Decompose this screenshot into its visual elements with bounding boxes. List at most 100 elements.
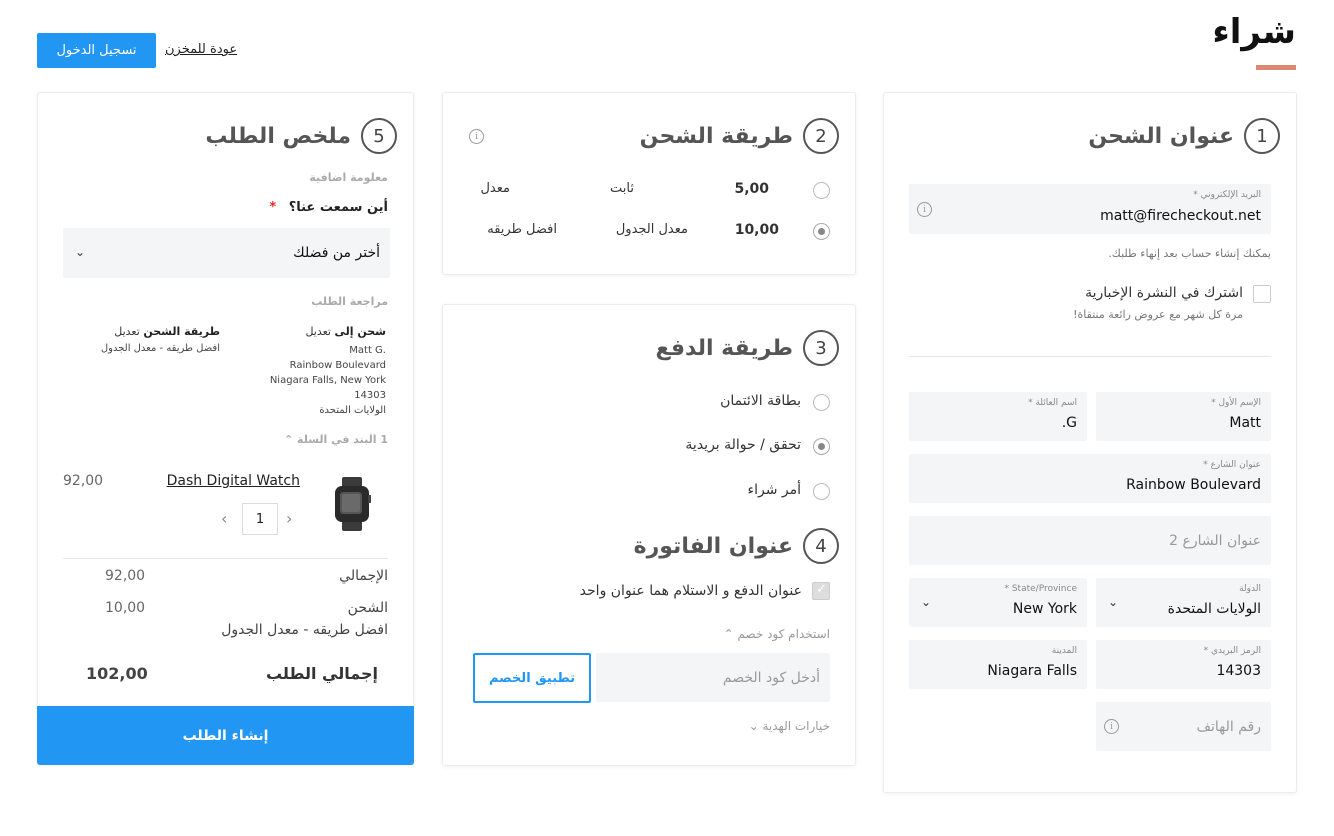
- ship-to-title: شحن إلى: [334, 325, 386, 338]
- step-number: 2: [803, 118, 839, 154]
- shipping-radio[interactable]: [813, 182, 830, 199]
- street-field[interactable]: عنوان الشارع * Rainbow Boulevard: [909, 454, 1271, 503]
- required-mark: *: [269, 200, 277, 215]
- address-line: Rainbow Boulevard: [289, 360, 386, 371]
- page-title: شراء: [1212, 12, 1296, 52]
- grand-total-label: إجمالي الطلب: [265, 664, 378, 683]
- apply-discount-button[interactable]: تطبيق الخصم: [473, 653, 591, 703]
- ship-method-value: افضل طريقه - معدل الجدول: [100, 343, 220, 354]
- discount-toggle-label: استخدام كود خصم: [737, 627, 830, 641]
- chevron-down-icon: ⌄: [75, 245, 86, 259]
- chevron-down-icon: ⌄: [1108, 595, 1119, 609]
- step-title: عنوان الشحن: [1088, 123, 1234, 149]
- divider: [63, 558, 388, 559]
- chevron-down-icon: ⌄: [921, 595, 932, 609]
- subtotal-value: 92,00: [105, 568, 146, 584]
- payment-label: بطاقة الائتمان: [720, 393, 801, 409]
- qty-increase-icon[interactable]: ›: [286, 509, 292, 528]
- zip-field[interactable]: الرمز البريدي * 14303: [1096, 640, 1271, 689]
- street2-field[interactable]: عنوان الشارع 2: [909, 516, 1271, 565]
- state-value: New York: [1012, 601, 1077, 617]
- newsletter-checkbox[interactable]: [1253, 285, 1271, 303]
- info-icon[interactable]: i: [1104, 719, 1119, 734]
- ship-method-edit-link[interactable]: تعديل: [114, 325, 140, 338]
- shipping-price: 10,00: [734, 222, 779, 238]
- login-button[interactable]: تسجيل الدخول: [37, 33, 156, 68]
- address-line: الولايات المتحدة: [319, 405, 386, 416]
- order-summary-card: 5 ملخص الطلب معلومة اضافية أين سمعت عنا؟…: [37, 92, 414, 765]
- payment-label: أمر شراء: [747, 482, 802, 498]
- payment-label: تحقق / حوالة بريدية: [685, 437, 801, 453]
- step-title: عنوان الفاتورة: [633, 533, 793, 559]
- divider: [909, 356, 1271, 357]
- shipping-method-header: 2 طريقة الشحن: [640, 118, 839, 154]
- chevron-up-icon: ⌃: [283, 433, 294, 446]
- order-summary-header: 5 ملخص الطلب: [205, 118, 397, 154]
- address-line: Niagara Falls, New York: [269, 375, 386, 386]
- step-number: 4: [803, 528, 839, 564]
- qty-decrease-icon[interactable]: ‹: [221, 509, 227, 528]
- shipping-carrier: معدل: [480, 181, 510, 196]
- product-name-link[interactable]: Dash Digital Watch: [167, 473, 300, 489]
- ship-to-edit-link[interactable]: تعديل: [305, 325, 331, 338]
- last-name-field[interactable]: اسم العائلة * G.: [909, 392, 1087, 441]
- back-to-store-link[interactable]: عودة للمخزن: [165, 42, 237, 57]
- billing-address-header: 4 عنوان الفاتورة: [634, 528, 839, 564]
- subtotal-label: الإجمالي: [339, 568, 388, 584]
- discount-placeholder: أدخل كود الخصم: [722, 669, 820, 686]
- step-title: طريقة الدفع: [655, 335, 793, 361]
- city-field[interactable]: المدينة Niagara Falls: [909, 640, 1087, 689]
- country-select[interactable]: الدولة الولايات المتحدة ⌄: [1096, 578, 1271, 627]
- same-address-checkbox[interactable]: [812, 582, 830, 600]
- phone-field[interactable]: رقم الهاتف i: [1096, 702, 1271, 751]
- grand-total-value: 102,00: [86, 664, 148, 683]
- info-icon[interactable]: i: [917, 202, 932, 217]
- shipping-carrier: افضل طريقه: [487, 222, 557, 237]
- shipping-total-method: افضل طريقه - معدل الجدول: [221, 622, 388, 638]
- cart-toggle[interactable]: 1 البند في السلة ⌃: [284, 433, 388, 446]
- payment-radio[interactable]: [813, 394, 830, 411]
- heard-label-text: أين سمعت عنا؟: [288, 200, 388, 215]
- ship-to-heading: شحن إلى تعديل: [305, 325, 386, 338]
- step-number: 5: [361, 118, 397, 154]
- title-underline: [1256, 65, 1296, 70]
- payment-billing-card: 3 طريقة الدفع بطاقة الائتمان تحقق / حوال…: [442, 304, 856, 766]
- shipping-address-header: 1 عنوان الشحن: [1088, 118, 1280, 154]
- shipping-total-value: 10,00: [105, 600, 146, 616]
- first-name-field[interactable]: الإسم الأول * Matt: [1096, 392, 1271, 441]
- phone-placeholder: رقم الهاتف: [1196, 718, 1261, 735]
- heard-placeholder: أختر من فضلك: [293, 245, 380, 261]
- shipping-method-card: 2 طريقة الشحن i 5,00 ثابت معدل 10,00 معد…: [442, 92, 856, 275]
- product-price: 92,00: [63, 473, 104, 489]
- discount-toggle[interactable]: استخدام كود خصم ⌃: [724, 627, 830, 641]
- payment-radio[interactable]: [813, 438, 830, 455]
- shipping-price: 5,00: [734, 181, 769, 197]
- first-name-value: Matt: [1229, 415, 1261, 431]
- chevron-down-icon: ⌄: [748, 719, 759, 733]
- step-number: 1: [1244, 118, 1280, 154]
- shipping-radio[interactable]: [813, 223, 830, 240]
- email-hint: يمكنك إنشاء حساب بعد إنهاء طلبك.: [1108, 247, 1271, 260]
- payment-method-header: 3 طريقة الدفع: [656, 330, 839, 366]
- extra-info-label: معلومة اضافية: [309, 171, 388, 184]
- address-line: 14303: [354, 390, 386, 401]
- country-label: الدولة: [1239, 584, 1261, 594]
- city-label: المدينة: [1051, 646, 1077, 656]
- payment-radio[interactable]: [813, 483, 830, 500]
- heard-select[interactable]: أختر من فضلك ⌄: [63, 228, 390, 278]
- street-value: Rainbow Boulevard: [1126, 477, 1261, 493]
- discount-input[interactable]: أدخل كود الخصم: [596, 653, 830, 702]
- qty-input[interactable]: 1: [242, 503, 278, 535]
- state-select[interactable]: State/Province * New York ⌄: [909, 578, 1087, 627]
- shipping-name: ثابت: [610, 181, 634, 196]
- gift-toggle[interactable]: خيارات الهدية ⌄: [749, 719, 830, 733]
- zip-label: الرمز البريدي *: [1203, 646, 1261, 656]
- email-field[interactable]: البريد الإلكتروني * matt@firecheckout.ne…: [909, 184, 1271, 234]
- email-value: matt@firecheckout.net: [1100, 208, 1261, 224]
- info-icon[interactable]: i: [469, 129, 484, 144]
- last-name-value: G.: [1061, 415, 1077, 431]
- last-name-label: اسم العائلة *: [1028, 398, 1077, 408]
- cart-toggle-label: 1 البند في السلة: [297, 433, 388, 446]
- place-order-button[interactable]: إنشاء الطلب: [37, 706, 414, 765]
- email-label: البريد الإلكتروني *: [1193, 190, 1261, 200]
